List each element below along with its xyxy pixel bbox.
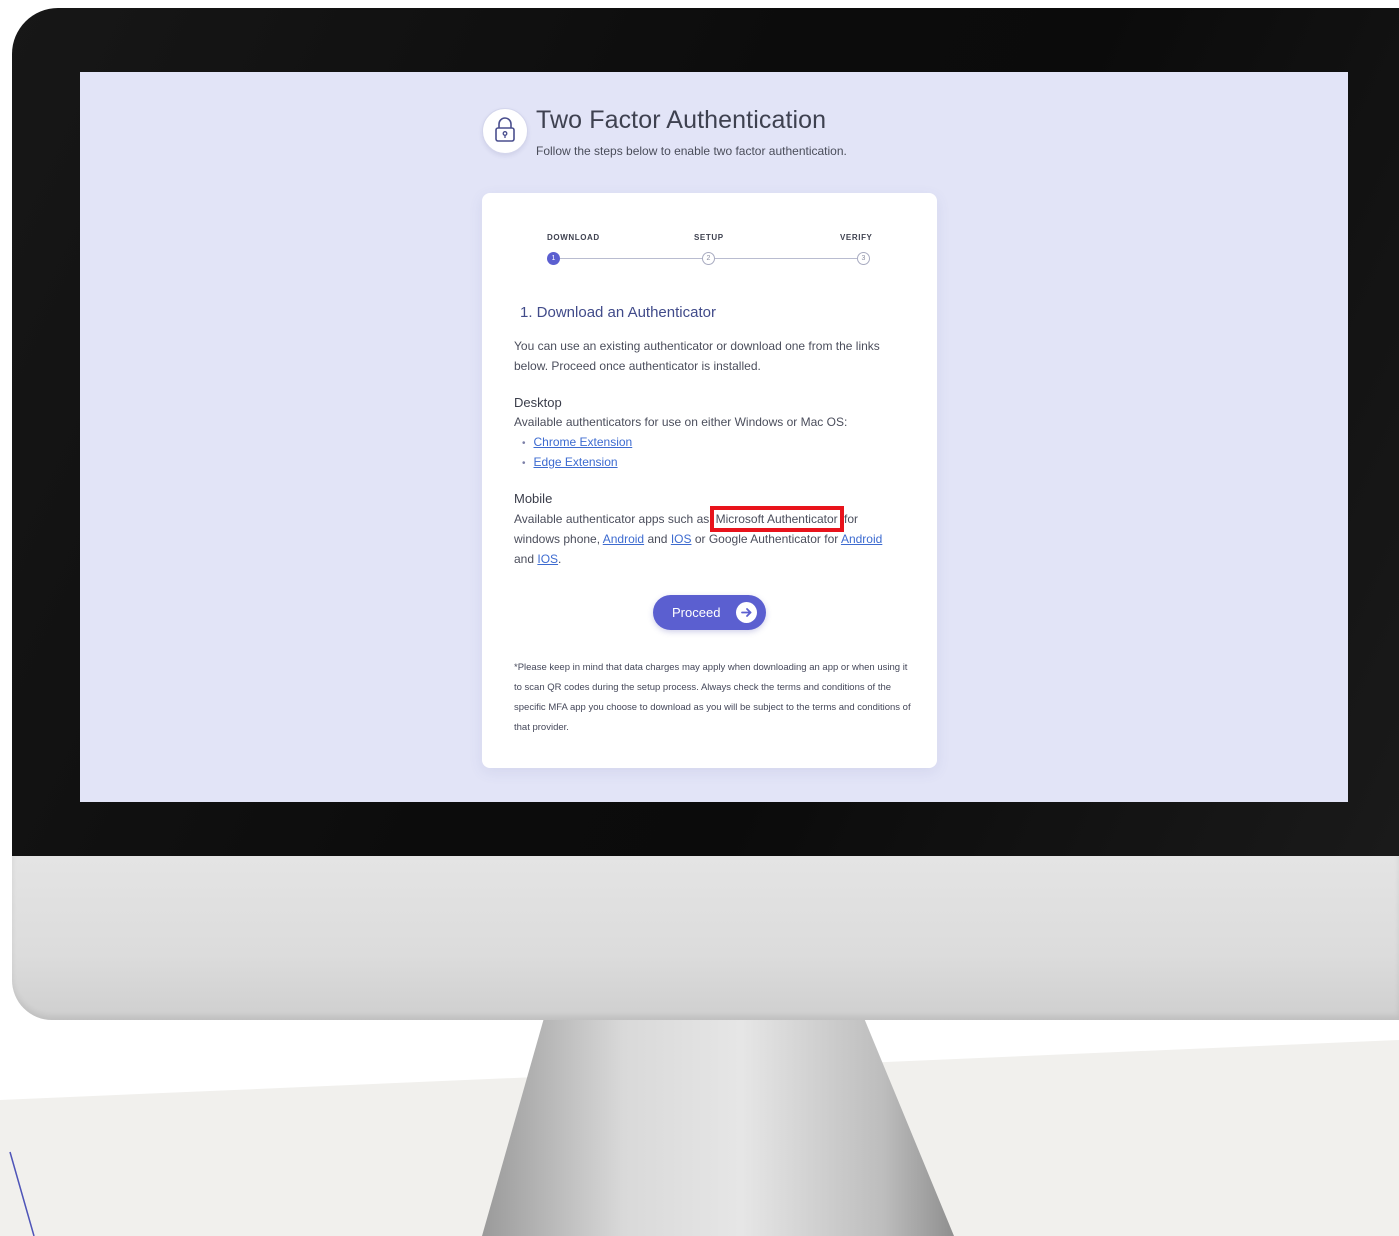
list-item: • Chrome Extension (522, 435, 632, 449)
page-subtitle: Follow the steps below to enable two fac… (536, 144, 847, 158)
section-intro-line1: You can use an existing authenticator or… (514, 339, 880, 353)
google-android-link[interactable]: Android (841, 532, 882, 546)
step-label-download: DOWNLOAD (547, 233, 600, 242)
mobile-text: or Google Authenticator for (694, 532, 839, 546)
step-dot-verify[interactable]: 3 (857, 252, 870, 265)
step-label-setup: SETUP (694, 233, 724, 242)
desktop-description: Available authenticators for use on eith… (514, 415, 848, 429)
mobile-text: for (844, 512, 859, 526)
mobile-text: and (514, 552, 535, 566)
ios-link[interactable]: IOS (671, 532, 692, 546)
section-intro-line2: below. Proceed once authenticator is ins… (514, 359, 761, 373)
mobile-heading: Mobile (514, 491, 553, 506)
mobile-text: Available authenticator apps such as (514, 512, 710, 526)
step-dot-setup[interactable]: 2 (702, 252, 715, 265)
bullet-icon: • (522, 458, 526, 469)
step-connector (715, 258, 857, 259)
edge-extension-link[interactable]: Edge Extension (534, 455, 618, 469)
list-item: • Edge Extension (522, 455, 618, 469)
proceed-label: Proceed (672, 605, 721, 620)
mobile-line3: and IOS. (514, 549, 910, 569)
arrow-right-icon (736, 602, 757, 623)
monitor-screen: Two Factor Authentication Follow the ste… (80, 72, 1348, 802)
proceed-button[interactable]: Proceed (653, 595, 766, 630)
bullet-icon: • (522, 438, 526, 449)
chrome-extension-link[interactable]: Chrome Extension (534, 435, 633, 449)
step-connector (560, 258, 702, 259)
mobile-line2: windows phone, Android and IOS or Google… (514, 529, 910, 549)
google-ios-link[interactable]: IOS (537, 552, 558, 566)
step-label-verify: VERIFY (840, 233, 873, 242)
desktop-heading: Desktop (514, 395, 562, 410)
mobile-text: windows phone, (514, 532, 601, 546)
mobile-text: and (647, 532, 668, 546)
android-link[interactable]: Android (603, 532, 644, 546)
lock-icon (482, 108, 528, 154)
setup-card: DOWNLOAD SETUP VERIFY 1 2 3 1. Download … (482, 193, 937, 768)
page-title: Two Factor Authentication (536, 106, 827, 134)
section-title: 1. Download an Authenticator (520, 304, 716, 321)
highlighted-app-name: Microsoft Authenticator (709, 506, 844, 532)
step-dot-download[interactable]: 1 (547, 252, 560, 265)
data-charges-footnote: *Please keep in mind that data charges m… (514, 662, 911, 733)
monitor-chin (12, 856, 1399, 1020)
mobile-text: . (558, 552, 562, 566)
mobile-line1: Available authenticator apps such as Mic… (514, 506, 910, 532)
